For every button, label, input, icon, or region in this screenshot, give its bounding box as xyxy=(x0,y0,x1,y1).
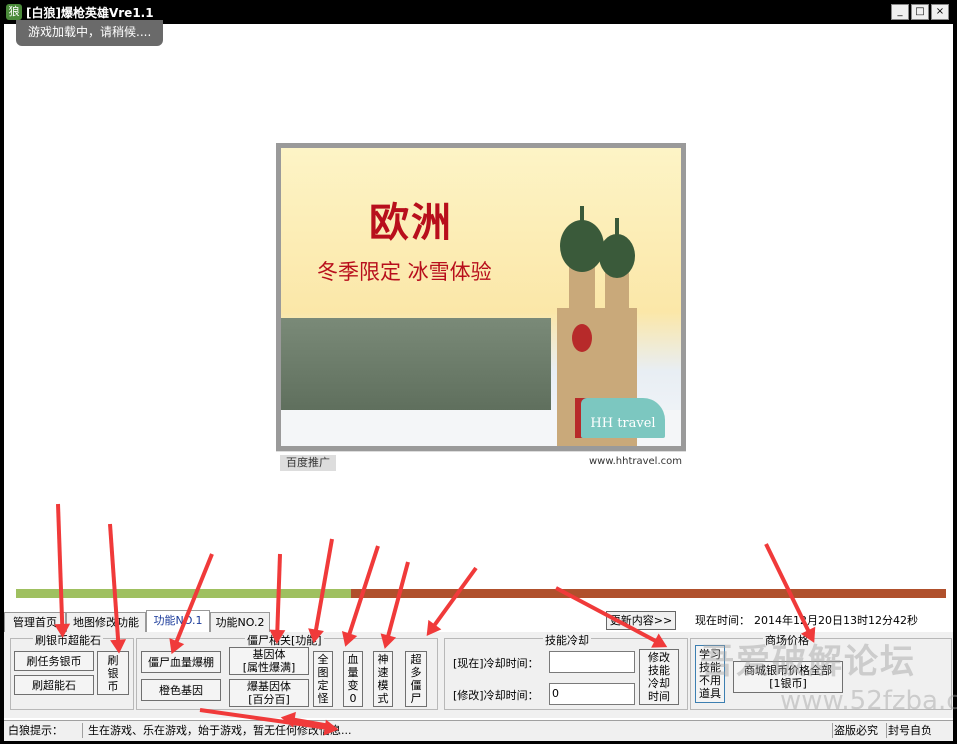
window-title: [白狼]爆枪英雄Vre1.1 xyxy=(26,6,154,20)
watermark-url: www.52fzba.com xyxy=(780,686,957,716)
tab-map-edit[interactable]: 地图修改功能 xyxy=(66,612,146,632)
gene-explode-button[interactable]: 爆基因体 [百分百] xyxy=(229,679,309,707)
god-speed-button[interactable]: 神 速 模 式 xyxy=(373,651,393,707)
hp-zero-button[interactable]: 血 量 变 0 xyxy=(343,651,363,707)
ad-subline: 冬季限定 冰雪体验 xyxy=(317,260,492,284)
minimize-button[interactable]: _ xyxy=(891,4,909,20)
status-label: 白狼提示： xyxy=(4,723,83,738)
progress-fill xyxy=(16,589,351,598)
status-bar: 白狼提示： 生在游戏、乐在游戏，始于游戏，暂无任何修改信息... 盗版必究 封号… xyxy=(4,720,953,741)
group-cooldown: 技能冷却 [现在]冷却时间： [修改]冷却时间： 0 修改 技能 冷却 时间 xyxy=(444,632,688,710)
maximize-button[interactable]: □ xyxy=(911,4,929,20)
time-value: 2014年12月20日13时12分42秒 xyxy=(754,614,918,627)
app-window: 狼 [白狼]爆枪英雄Vre1.1 _ □ × 游戏加载中，请稍候.... 欧洲 … xyxy=(0,0,957,744)
ad-image[interactable]: 欧洲 冬季限定 冰雪体验 HH travel xyxy=(276,143,686,451)
orange-gene-button[interactable]: 橙色基因 xyxy=(141,679,221,701)
tab-func-1[interactable]: 功能NO.1 xyxy=(146,610,210,632)
zombie-hp-button[interactable]: 僵尸血量爆棚 xyxy=(141,651,221,673)
super-zombie-button[interactable]: 超 多 僵 尸 xyxy=(405,651,427,707)
ad-banner[interactable]: 欧洲 冬季限定 冰雪体验 HH travel 百度推广 www.hhtravel… xyxy=(276,143,686,473)
gene-attr-button[interactable]: 基因体 [属性爆满] xyxy=(229,647,309,675)
current-cooldown-label: [现在]冷却时间： xyxy=(453,657,539,670)
app-icon: 狼 xyxy=(6,4,22,20)
ban-notice: 封号自负 xyxy=(888,724,932,737)
ad-url[interactable]: www.hhtravel.com xyxy=(589,456,682,467)
loading-tooltip: 游戏加载中，请稍候.... xyxy=(16,20,164,46)
task-silver-button[interactable]: 刷任务银币 xyxy=(14,651,94,671)
silver-button[interactable]: 刷 银 币 xyxy=(97,651,129,695)
ad-brand-logo: HH travel xyxy=(581,398,665,438)
baidu-promo-label[interactable]: 百度推广 xyxy=(280,455,336,471)
group-cooldown-title: 技能冷却 xyxy=(543,632,591,648)
ad-footer: 百度推广 www.hhtravel.com xyxy=(276,451,686,473)
piracy-notice: 盗版必究 xyxy=(830,723,887,738)
ad-headline: 欧洲 xyxy=(369,199,453,246)
close-button[interactable]: × xyxy=(931,4,949,20)
super-stone-button[interactable]: 刷超能石 xyxy=(14,675,94,695)
modify-cooldown-button[interactable]: 修改 技能 冷却 时间 xyxy=(639,649,679,705)
tab-func-2[interactable]: 功能NO.2 xyxy=(210,612,270,632)
status-message: 生在游戏、乐在游戏，始于游戏，暂无任何修改信息... xyxy=(84,723,833,738)
modify-cooldown-field[interactable]: 0 xyxy=(549,683,635,705)
current-cooldown-field[interactable] xyxy=(549,651,635,673)
modify-cooldown-label: [修改]冷却时间： xyxy=(453,689,539,702)
loading-progress-bar xyxy=(16,589,946,598)
full-map-lock-button[interactable]: 全 图 定 怪 xyxy=(313,651,333,707)
time-label: 现在时间： xyxy=(695,614,750,627)
